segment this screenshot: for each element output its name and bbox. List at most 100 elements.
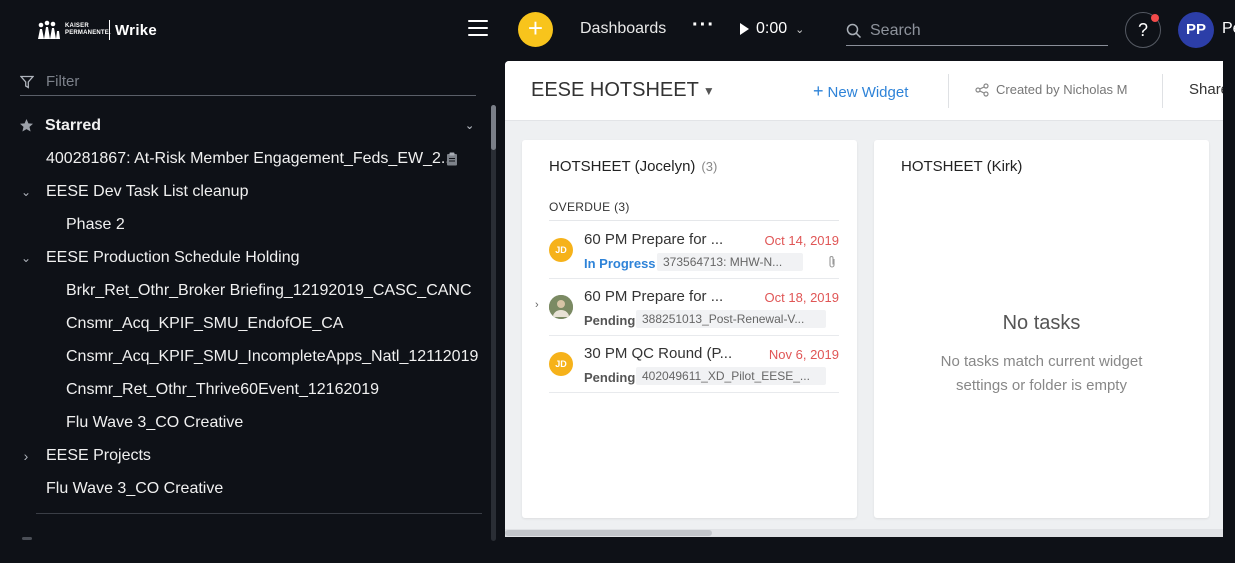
task-name[interactable]: 30 PM QC Round (P... (584, 345, 732, 362)
empty-state-title: No tasks (1002, 312, 1081, 334)
app-logo[interactable]: KAISER PERMANENTE. Wrike (36, 18, 157, 42)
sidebar-item-label: EESE Dev Task List cleanup (46, 182, 249, 200)
paperclip-icon (827, 255, 837, 272)
sidebar-item[interactable]: ⌄ EESE Dev Task List cleanup (0, 175, 480, 208)
widget-hotsheet-kirk: HOTSHEET (Kirk) No tasks No tasks match … (874, 140, 1209, 518)
empty-state-message: No tasks match current widget settings o… (940, 353, 1143, 394)
wrike-wordmark: Wrike (115, 21, 158, 39)
search-bar[interactable] (846, 16, 1108, 46)
dashboard-title[interactable]: EESE HOTSHEET ▼ (531, 79, 715, 102)
chevron-down-icon[interactable]: ⌄ (20, 185, 32, 199)
sidebar-item[interactable]: 400281867: At-Risk Member Engagement_Fed… (0, 142, 480, 175)
widget-title-text: HOTSHEET (Jocelyn) (549, 158, 696, 175)
sidebar-divider (36, 513, 482, 514)
chevron-down-icon[interactable]: ⌄ (795, 23, 804, 36)
header-divider (948, 74, 949, 108)
new-widget-label: New Widget (827, 84, 909, 101)
sidebar-item[interactable]: Flu Wave 3_CO Creative (0, 472, 480, 505)
caret-down-icon[interactable]: ▼ (703, 84, 715, 98)
filter-bar[interactable] (20, 68, 476, 96)
chevron-right-icon[interactable]: › (20, 448, 32, 464)
widget-title[interactable]: HOTSHEET (Kirk) (901, 158, 1022, 175)
widget-count: (3) (701, 159, 718, 174)
created-by: Created by Nicholas M (975, 82, 1128, 97)
task-folder-tag[interactable]: 388251013_Post-Renewal-V... (636, 310, 826, 328)
dashboard-title-text: EESE HOTSHEET (531, 79, 699, 101)
user-name[interactable]: Pe (1222, 20, 1235, 38)
sidebar: Starred ⌄ 400281867: At-Risk Member Enga… (0, 60, 500, 563)
search-input[interactable] (870, 21, 1090, 40)
assignee-avatar[interactable] (549, 295, 573, 319)
sidebar-item-label: Flu Wave 3_CO Creative (46, 479, 224, 497)
assignee-avatar[interactable]: JD (549, 238, 573, 262)
task-status[interactable]: Pending (584, 313, 635, 328)
sidebar-item[interactable]: Cnsmr_Acq_KPIF_SMU_IncompleteApps_Natl_1… (0, 340, 480, 373)
widget-hotsheet-jocelyn: HOTSHEET (Jocelyn) (3) OVERDUE (3) JD 60 … (522, 140, 857, 518)
sidebar-item-label: Brkr_Ret_Othr_Broker Briefing_12192019_C… (66, 281, 472, 299)
filter-icon (20, 75, 34, 89)
notification-dot (1151, 14, 1159, 22)
share-icon (975, 82, 989, 97)
plus-icon: + (813, 81, 824, 101)
sidebar-item[interactable]: Flu Wave 3_CO Creative (0, 406, 480, 439)
clipboard-icon (447, 152, 457, 165)
time-tracker[interactable]: 0:00 ⌄ (740, 20, 804, 38)
dashboard-scroll-thumb[interactable] (505, 530, 712, 536)
sidebar-item[interactable]: ⌄ EESE Production Schedule Holding (0, 241, 480, 274)
hamburger-icon[interactable] (468, 20, 488, 38)
assignee-avatar[interactable]: JD (549, 352, 573, 376)
sidebar-item[interactable]: Phase 2 (0, 208, 480, 241)
new-widget-button[interactable]: + New Widget (813, 81, 908, 102)
created-by-text: Created by Nicholas M (996, 82, 1128, 97)
chevron-down-icon[interactable]: ⌄ (20, 251, 32, 265)
search-icon (846, 23, 862, 38)
sidebar-scrollbar[interactable] (491, 105, 496, 541)
task-due-date: Oct 14, 2019 (764, 233, 839, 248)
timer-value: 0:00 (756, 20, 788, 37)
task-row[interactable]: JD 30 PM QC Round (P... Nov 6, 2019 Pend… (549, 336, 839, 393)
sidebar-item[interactable]: Brkr_Ret_Othr_Broker Briefing_12192019_C… (0, 274, 480, 307)
task-row[interactable]: JD 60 PM Prepare for ... Oct 14, 2019 In… (549, 222, 839, 279)
task-due-date: Nov 6, 2019 (768, 347, 839, 362)
user-avatar[interactable]: PP (1178, 12, 1214, 48)
task-due-date: Oct 18, 2019 (764, 290, 839, 305)
task-name[interactable]: 60 PM Prepare for ... (584, 231, 723, 248)
sidebar-item-label: Cnsmr_Ret_Othr_Thrive60Event_12162019 (66, 380, 380, 398)
sidebar-item-label: 400281867: At-Risk Member Engagement_Fed… (46, 149, 455, 167)
header-divider (1162, 74, 1163, 108)
kaiser-wordmark: KAISER PERMANENTE. (65, 23, 111, 36)
sidebar-scroll-thumb[interactable] (491, 105, 496, 150)
filter-input[interactable] (46, 73, 245, 90)
widget-title[interactable]: HOTSHEET (Jocelyn) (3) (549, 158, 717, 175)
dashboard-header: EESE HOTSHEET ▼ + New Widget Created by N… (505, 61, 1223, 121)
task-name[interactable]: 60 PM Prepare for ... (584, 288, 723, 305)
more-menu-button[interactable]: ··· (692, 14, 715, 37)
task-row[interactable]: › 60 PM Prepare for ... Oct 18, 2019 Pen… (535, 279, 839, 336)
section-overdue: OVERDUE (3) (549, 200, 630, 214)
logo-divider (109, 20, 110, 40)
starred-section-header[interactable]: Starred ⌄ (0, 109, 480, 142)
chevron-right-icon[interactable]: › (535, 299, 539, 311)
sidebar-item-label: Phase 2 (66, 215, 125, 233)
star-icon (20, 119, 33, 132)
sidebar-item[interactable]: › EESE Projects (0, 439, 480, 472)
sidebar-item-label: Flu Wave 3_CO Creative (66, 413, 244, 431)
sidebar-item-label: EESE Projects (46, 446, 151, 464)
kaiser-logo-icon (36, 19, 62, 41)
top-bar: KAISER PERMANENTE. Wrike + Dashboards ··… (0, 0, 1235, 60)
nav-dashboards[interactable]: Dashboards (580, 20, 666, 38)
task-folder-tag[interactable]: 373564713: MHW-N... (657, 253, 803, 271)
plus-icon[interactable]: + (518, 12, 553, 47)
sidebar-item[interactable]: Cnsmr_Acq_KPIF_SMU_EndofOE_CA (0, 307, 480, 340)
starred-label: Starred (45, 116, 102, 134)
sidebar-bottom-stub (22, 537, 32, 540)
chevron-down-icon[interactable]: ⌄ (465, 119, 474, 132)
sidebar-item-label: Cnsmr_Acq_KPIF_SMU_IncompleteApps_Natl_1… (66, 347, 479, 365)
share-button[interactable]: Share (1189, 81, 1223, 98)
task-status[interactable]: Pending (584, 370, 635, 385)
task-folder-tag[interactable]: 402049611_XD_Pilot_EESE_... (636, 367, 826, 385)
sidebar-item[interactable]: Cnsmr_Ret_Othr_Thrive60Event_12162019 (0, 373, 480, 406)
sidebar-item-label: Cnsmr_Acq_KPIF_SMU_EndofOE_CA (66, 314, 344, 332)
play-icon[interactable] (740, 23, 749, 35)
task-status[interactable]: In Progress (584, 256, 656, 271)
